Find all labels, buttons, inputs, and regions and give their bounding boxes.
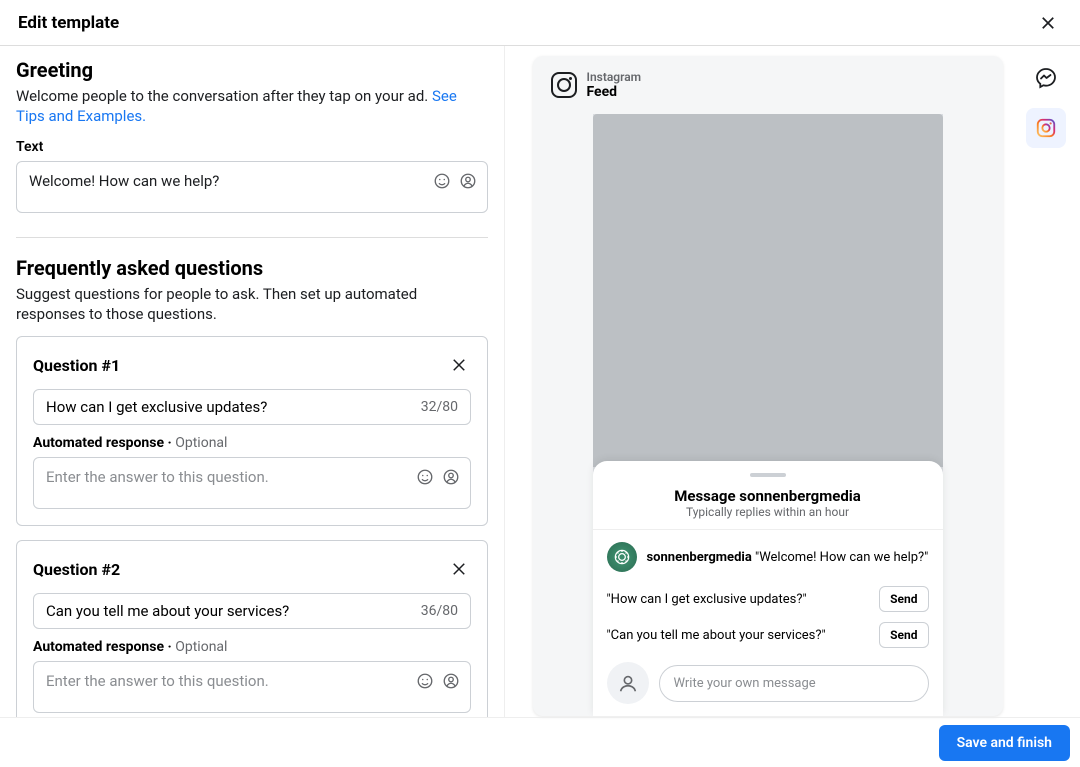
- emoji-icon[interactable]: [431, 170, 453, 192]
- greeting-row: sonnenbergmedia "Welcome! How can we hel…: [607, 542, 929, 572]
- preview-frame: Instagram Feed Message sonnenbergmedia T…: [533, 56, 1003, 716]
- chat-divider: [593, 529, 943, 530]
- message-input[interactable]: Write your own message: [659, 665, 929, 702]
- instagram-icon: [551, 72, 577, 98]
- person-icon[interactable]: [457, 170, 479, 192]
- response-1-label: Automated response · Optional: [33, 435, 471, 451]
- platform-label: Instagram: [587, 70, 642, 84]
- greeting-text-value: Welcome! How can we help?: [29, 172, 475, 190]
- avatar: [607, 542, 637, 572]
- greeting-description-text: Welcome people to the conversation after…: [16, 87, 432, 105]
- modal-title: Edit template: [18, 13, 119, 33]
- chat-panel: Message sonnenbergmedia Typically replie…: [593, 461, 943, 716]
- feed-label: Feed: [587, 84, 642, 100]
- question-1-field[interactable]: [46, 398, 421, 416]
- faq-section: Frequently asked questions Suggest quest…: [16, 256, 488, 718]
- faq-heading: Frequently asked questions: [16, 256, 488, 280]
- optional-label: Optional: [175, 639, 227, 655]
- close-icon: [1039, 14, 1057, 32]
- modal-footer: Save and finish: [0, 717, 1080, 767]
- section-divider: [16, 237, 488, 238]
- modal-header: Edit template: [0, 0, 1080, 46]
- platform-toggles: [1026, 58, 1066, 148]
- greeting-message: sonnenbergmedia "Welcome! How can we hel…: [647, 550, 929, 565]
- message-heading: Message sonnenbergmedia: [593, 487, 943, 505]
- media-placeholder: [593, 114, 943, 467]
- greeting-description: Welcome people to the conversation after…: [16, 86, 488, 127]
- chat-body: sonnenbergmedia "Welcome! How can we hel…: [593, 542, 943, 648]
- chat-input-bar: Write your own message: [593, 658, 943, 704]
- instagram-icon: [1035, 117, 1057, 139]
- response-1-input[interactable]: Enter the answer to this question.: [33, 457, 471, 509]
- person-icon[interactable]: [440, 670, 462, 692]
- response-label-text: Automated response: [33, 639, 164, 655]
- close-icon: [450, 560, 468, 578]
- messenger-icon: [1034, 66, 1058, 90]
- greeting-quote: "Welcome! How can we help?": [755, 550, 928, 565]
- greeting-section: Greeting Welcome people to the conversat…: [16, 58, 488, 213]
- instagram-toggle[interactable]: [1026, 108, 1066, 148]
- preview-question-1: "How can I get exclusive updates?" Send: [607, 586, 929, 612]
- send-button-2[interactable]: Send: [879, 622, 928, 648]
- reply-time: Typically replies within an hour: [593, 505, 943, 519]
- question-card-2: Question #2 36/80 Automated response · O…: [16, 540, 488, 717]
- greeting-text-label: Text: [16, 139, 488, 155]
- question-1-counter: 32/80: [421, 399, 458, 415]
- close-icon: [450, 356, 468, 374]
- response-2-label: Automated response · Optional: [33, 639, 471, 655]
- save-button[interactable]: Save and finish: [939, 725, 1070, 761]
- emoji-icon[interactable]: [414, 670, 436, 692]
- question-card-1: Question #1 32/80 Automated response · O…: [16, 336, 488, 526]
- response-2-input[interactable]: Enter the answer to this question.: [33, 661, 471, 713]
- preview-question-2: "Can you tell me about your services?" S…: [607, 622, 929, 648]
- faq-description: Suggest questions for people to ask. The…: [16, 284, 488, 325]
- messenger-toggle[interactable]: [1026, 58, 1066, 98]
- username: sonnenbergmedia: [647, 550, 752, 565]
- preview-question-2-text: "Can you tell me about your services?": [607, 628, 872, 643]
- phone-preview: Message sonnenbergmedia Typically replie…: [593, 114, 943, 716]
- response-label-text: Automated response: [33, 435, 164, 451]
- preview-header: Instagram Feed: [533, 56, 1003, 114]
- greeting-heading: Greeting: [16, 58, 488, 82]
- drag-handle: [750, 473, 786, 477]
- question-1-input[interactable]: 32/80: [33, 389, 471, 425]
- question-2-input[interactable]: 36/80: [33, 593, 471, 629]
- question-2-counter: 36/80: [421, 603, 458, 619]
- preview-panel: Instagram Feed Message sonnenbergmedia T…: [505, 46, 1080, 717]
- response-1-placeholder: Enter the answer to this question.: [46, 468, 458, 486]
- remove-question-1-button[interactable]: [447, 353, 471, 377]
- response-2-placeholder: Enter the answer to this question.: [46, 672, 458, 690]
- person-icon[interactable]: [440, 466, 462, 488]
- question-2-label: Question #2: [33, 560, 120, 579]
- user-icon: [607, 662, 649, 704]
- send-button-1[interactable]: Send: [879, 586, 928, 612]
- emoji-icon[interactable]: [414, 466, 436, 488]
- remove-question-2-button[interactable]: [447, 557, 471, 581]
- greeting-text-input[interactable]: Welcome! How can we help?: [16, 161, 488, 213]
- editor-panel: Greeting Welcome people to the conversat…: [0, 46, 505, 717]
- optional-label: Optional: [175, 435, 227, 451]
- preview-question-1-text: "How can I get exclusive updates?": [607, 592, 872, 607]
- question-1-label: Question #1: [33, 356, 120, 375]
- close-button[interactable]: [1034, 9, 1062, 37]
- main-content: Greeting Welcome people to the conversat…: [0, 46, 1080, 717]
- question-2-field[interactable]: [46, 602, 421, 620]
